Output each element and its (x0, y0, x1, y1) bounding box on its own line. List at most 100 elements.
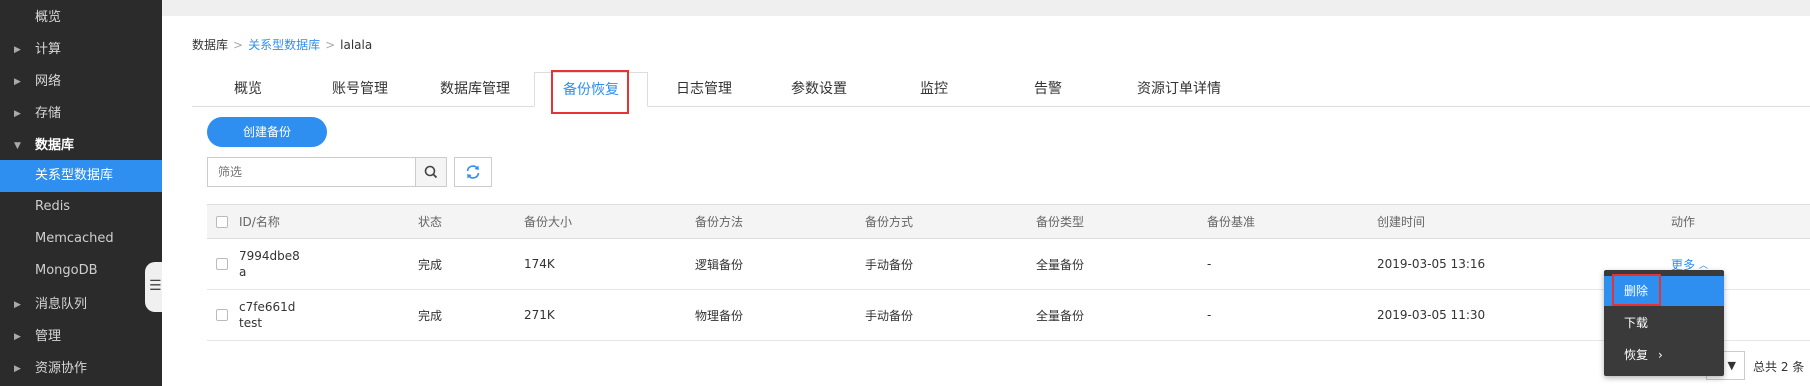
col-header-type: 备份类型 (1036, 215, 1085, 229)
row-id: 7994dbe8 (239, 249, 300, 263)
sidebar-item-manage[interactable]: ▶ 管理 (0, 321, 162, 353)
sidebar-item-storage[interactable]: ▶ 存储 (0, 98, 162, 130)
row-method: 逻辑备份 (695, 257, 744, 272)
col-header-method: 备份方法 (695, 215, 744, 229)
row-type: 全量备份 (1036, 308, 1085, 323)
table-row: c7fe661d test 完成 271K 物理备份 手动备份 全量备份 - 2… (207, 290, 1810, 341)
row-created: 2019-03-05 11:30 (1377, 308, 1486, 322)
sidebar-item-label: 关系型数据库 (35, 168, 114, 183)
row-id-name[interactable]: c7fe661d test (239, 290, 295, 340)
filter-input[interactable] (207, 157, 416, 187)
row-created: 2019-03-05 13:16 (1377, 257, 1486, 271)
chevron-right-icon: › (1658, 348, 1663, 362)
sidebar-item-memcached[interactable]: Memcached (0, 223, 162, 255)
tab-params[interactable]: 参数设置 (760, 72, 878, 107)
tab-overview[interactable]: 概览 (192, 72, 304, 107)
sidebar-item-label: 消息队列 (35, 297, 88, 312)
tab-highlight-box (551, 70, 629, 114)
row-type: 全量备份 (1036, 257, 1085, 272)
col-header-size: 备份大小 (524, 215, 573, 229)
col-header-id: ID/名称 (239, 215, 280, 229)
caret-right-icon: ▶ (14, 332, 21, 342)
col-header-mode: 备份方式 (865, 215, 914, 229)
sidebar-item-label: 资源协作 (35, 361, 88, 376)
select-all-checkbox[interactable] (216, 216, 228, 228)
total-count: 总共 2 条 (1753, 360, 1805, 374)
sidebar-item-mongodb[interactable]: MongoDB (0, 255, 162, 287)
row-size: 271K (524, 308, 555, 322)
row-base: - (1207, 308, 1212, 322)
tab-accounts[interactable]: 账号管理 (304, 72, 416, 107)
refresh-icon (466, 165, 480, 179)
breadcrumb: 数据库 > 关系型数据库 > lalala (192, 36, 372, 53)
search-button[interactable] (415, 157, 447, 187)
tab-logs[interactable]: 日志管理 (648, 72, 760, 107)
row-method: 物理备份 (695, 308, 744, 323)
row-size: 174K (524, 257, 555, 271)
sidebar-item-label: MongoDB (35, 263, 98, 278)
caret-right-icon: ▶ (14, 300, 21, 310)
sidebar-item-database[interactable]: ▼ 数据库 (0, 130, 162, 162)
caret-right-icon: ▶ (14, 364, 21, 374)
menu-highlight-box (1612, 274, 1661, 306)
row-mode: 手动备份 (865, 257, 914, 272)
tab-alerts[interactable]: 告警 (992, 72, 1104, 107)
caret-right-icon: ▶ (14, 109, 21, 119)
row-base: - (1207, 257, 1212, 271)
menu-item-download[interactable]: 下载 (1604, 308, 1724, 338)
main-content: 数据库 > 关系型数据库 > lalala 概览 账号管理 数据库管理 备份恢复 日志管… (162, 16, 1810, 386)
sidebar-item-mq[interactable]: ▶ 消息队列 (0, 289, 162, 321)
row-name: a (239, 265, 247, 279)
sidebar-item-label: 存储 (35, 106, 62, 121)
col-header-base: 备份基准 (1207, 215, 1256, 229)
sidebar-item-label: 管理 (35, 329, 62, 344)
sidebar-item-compute[interactable]: ▶ 计算 (0, 34, 162, 66)
breadcrumb-root[interactable]: 数据库 (192, 38, 228, 52)
tab-databases[interactable]: 数据库管理 (416, 72, 534, 107)
menu-collapse-icon: ☰ (149, 278, 162, 294)
sidebar-item-label: Redis (35, 199, 71, 214)
sidebar-item-rds[interactable]: 关系型数据库 (0, 160, 162, 192)
menu-item-restore-label: 恢复 (1624, 348, 1649, 362)
col-header-action: 动作 (1671, 215, 1696, 229)
row-id-name[interactable]: 7994dbe8 a (239, 239, 300, 289)
breadcrumb-current: lalala (340, 38, 373, 52)
breadcrumb-separator: > (233, 38, 244, 52)
col-header-created: 创建时间 (1377, 215, 1426, 229)
sidebar-item-overview[interactable]: 概览 (0, 2, 162, 34)
caret-right-icon: ▶ (14, 77, 21, 87)
table-row: 7994dbe8 a 完成 174K 逻辑备份 手动备份 全量备份 - 2019… (207, 239, 1810, 290)
row-checkbox[interactable] (216, 258, 228, 270)
menu-item-restore[interactable]: 恢复 › (1604, 340, 1724, 370)
caret-down-icon: ▼ (1727, 359, 1736, 372)
sidebar-item-label: Memcached (35, 231, 114, 246)
row-mode: 手动备份 (865, 308, 914, 323)
tab-order-details[interactable]: 资源订单详情 (1104, 72, 1254, 107)
breadcrumb-parent[interactable]: 关系型数据库 (248, 38, 320, 52)
sidebar-item-label: 数据库 (35, 138, 75, 153)
breadcrumb-separator: > (325, 38, 336, 52)
sidebar: 概览 ▶ 计算 ▶ 网络 ▶ 存储 ▼ 数据库 关系型数据库 Redis Memcach… (0, 0, 162, 386)
sidebar-item-label: 网络 (35, 74, 62, 89)
sidebar-item-label: 计算 (35, 42, 62, 57)
row-name: test (239, 316, 263, 330)
chevron-up-icon: ︿ (1699, 260, 1709, 271)
col-header-status: 状态 (418, 215, 443, 229)
caret-right-icon: ▶ (14, 45, 21, 55)
top-bar (162, 0, 1810, 16)
caret-down-icon: ▼ (14, 141, 21, 151)
search-icon (424, 165, 438, 179)
tab-monitor[interactable]: 监控 (878, 72, 990, 107)
row-status: 完成 (418, 308, 443, 323)
row-id: c7fe661d (239, 300, 296, 314)
refresh-button[interactable] (454, 157, 492, 187)
sidebar-item-network[interactable]: ▶ 网络 (0, 66, 162, 98)
tab-bar: 概览 账号管理 数据库管理 备份恢复 日志管理 参数设置 监控 告警 资源订单详… (192, 72, 1810, 107)
sidebar-item-redis[interactable]: Redis (0, 191, 162, 223)
table-header: ID/名称 状态 备份大小 备份方法 备份方式 备份类型 备份基准 创建时间 动… (207, 205, 1810, 239)
row-checkbox[interactable] (216, 309, 228, 321)
sidebar-item-label: 概览 (35, 10, 62, 25)
backup-table: ID/名称 状态 备份大小 备份方法 备份方式 备份类型 备份基准 创建时间 动… (207, 204, 1810, 341)
create-backup-button[interactable]: 创建备份 (207, 117, 327, 147)
sidebar-item-collab[interactable]: ▶ 资源协作 (0, 353, 162, 385)
